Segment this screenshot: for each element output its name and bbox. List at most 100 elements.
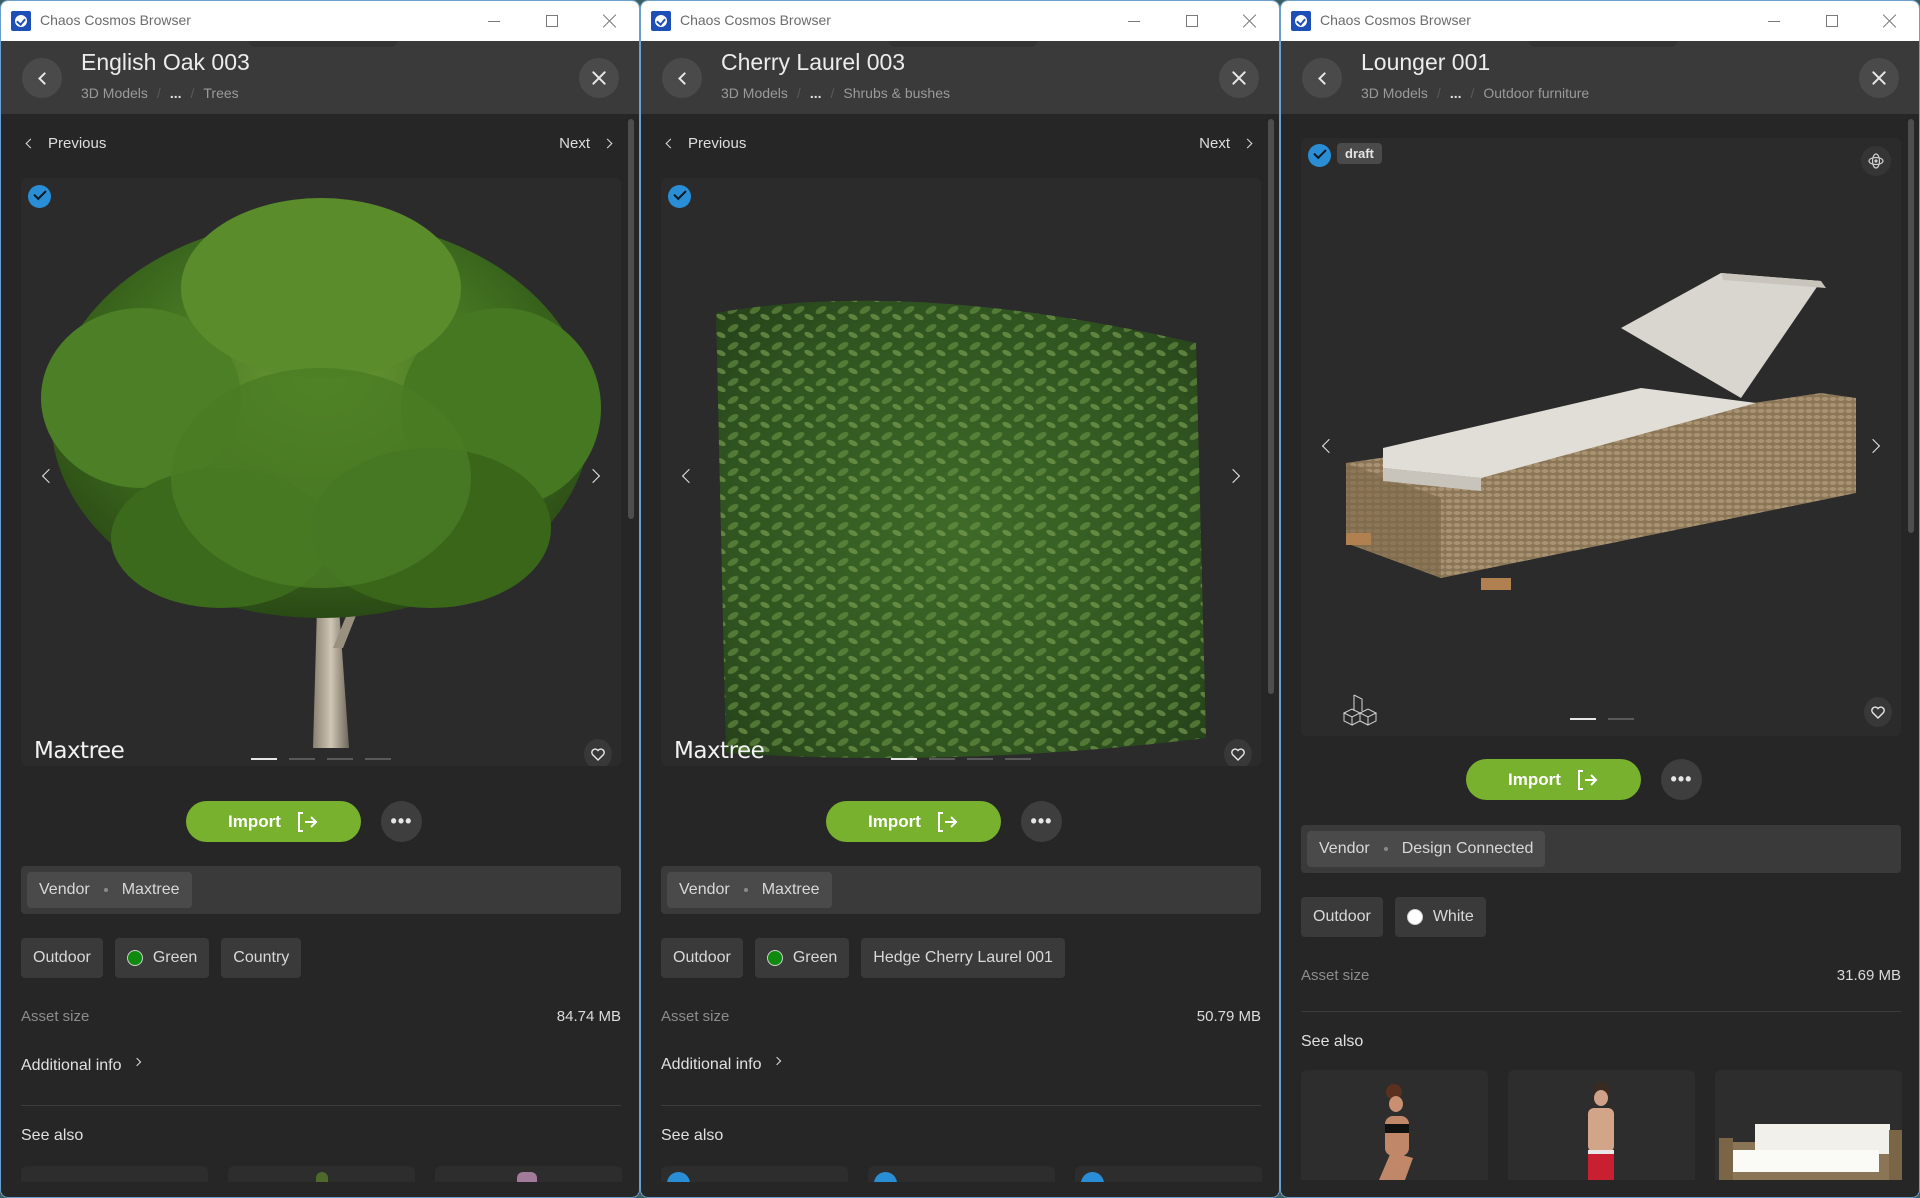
vendor-value: Maxtree (121, 881, 180, 898)
window-titlebar[interactable]: Chaos Cosmos Browser (641, 1, 1279, 41)
carousel-dot[interactable] (1005, 758, 1031, 760)
tag-chip[interactable]: Outdoor (661, 938, 743, 978)
see-also-item[interactable] (868, 1166, 1055, 1182)
check-circle-icon[interactable] (1308, 144, 1331, 167)
window-close-button[interactable] (1861, 1, 1919, 41)
carousel-dot[interactable] (327, 758, 353, 760)
thumbnail-image (517, 1172, 537, 1182)
breadcrumb-item[interactable]: 3D Models (81, 85, 148, 101)
maximize-button[interactable] (523, 1, 581, 41)
breadcrumb-item[interactable]: 3D Models (721, 85, 788, 101)
carousel-dot[interactable] (251, 758, 277, 760)
thumbnail-image (316, 1172, 328, 1182)
window-close-button[interactable] (1221, 1, 1279, 41)
image-next-button[interactable] (583, 461, 607, 491)
carousel-dot[interactable] (967, 758, 993, 760)
vendor-chip[interactable]: Vendor Maxtree (667, 872, 832, 908)
asset-title: Cherry Laurel 003 (721, 49, 906, 75)
carousel-dot[interactable] (289, 758, 315, 760)
scrollbar[interactable] (628, 119, 634, 519)
see-also-item[interactable] (21, 1166, 208, 1182)
import-button[interactable]: Import (186, 801, 361, 842)
close-details-button[interactable] (579, 58, 619, 98)
close-details-button[interactable] (1859, 58, 1899, 98)
orbit-view-button[interactable] (1861, 146, 1891, 176)
asset-size-row: Asset size 84.74 MB (21, 1008, 621, 1030)
carousel-dot[interactable] (1570, 718, 1596, 720)
see-also-item[interactable] (1508, 1070, 1695, 1180)
vendor-chip[interactable]: Vendor Design Connected (1307, 831, 1546, 867)
tag-chip[interactable]: Outdoor (21, 938, 103, 978)
image-previous-button[interactable] (1315, 431, 1339, 461)
tag-chip[interactable]: Green (754, 938, 850, 978)
tag-chip[interactable]: White (1394, 897, 1486, 937)
see-also-heading: See also (661, 1127, 724, 1144)
see-also-item[interactable] (435, 1166, 622, 1182)
check-circle-icon (1081, 1172, 1104, 1182)
image-next-button[interactable] (1863, 431, 1887, 461)
scrollbar[interactable] (1908, 119, 1914, 533)
maximize-button[interactable] (1163, 1, 1221, 41)
image-previous-button[interactable] (35, 461, 59, 491)
minimize-button[interactable] (1745, 1, 1803, 41)
hedge-preview-image (716, 300, 1206, 758)
tag-chip[interactable]: Green (114, 938, 210, 978)
import-button[interactable]: Import (1466, 759, 1641, 800)
tag-chip[interactable]: Outdoor (1301, 897, 1383, 937)
previous-button[interactable]: Previous (25, 135, 106, 152)
breadcrumb-item[interactable]: 3D Models (1361, 85, 1428, 101)
tag-chip[interactable]: Hedge Cherry Laurel 001 (861, 938, 1065, 978)
asset-size-value: 84.74 MB (556, 1008, 621, 1025)
favorite-button[interactable] (1864, 697, 1892, 727)
more-options-button[interactable]: ••• (381, 801, 422, 842)
image-next-button[interactable] (1223, 461, 1247, 491)
more-options-button[interactable]: ••• (1661, 759, 1702, 800)
check-circle-icon[interactable] (28, 185, 51, 208)
3d-cubes-icon[interactable] (1342, 693, 1384, 729)
breadcrumb-item[interactable]: Trees (203, 85, 238, 101)
see-also-item[interactable] (1301, 1070, 1488, 1180)
cosmos-window-cherry-laurel: Chaos Cosmos Browser Cherry Laurel 003 3… (640, 0, 1280, 1198)
maximize-button[interactable] (1803, 1, 1861, 41)
asset-preview: Maxtree (21, 178, 621, 766)
breadcrumb-ellipsis[interactable]: ... (810, 85, 822, 101)
breadcrumb-ellipsis[interactable]: ... (1450, 85, 1462, 101)
previous-button[interactable]: Previous (665, 135, 746, 152)
back-button[interactable] (22, 58, 62, 98)
carousel-dot[interactable] (365, 758, 391, 760)
back-button[interactable] (1302, 58, 1342, 98)
breadcrumb-item[interactable]: Shrubs & bushes (843, 85, 950, 101)
see-also-item[interactable] (228, 1166, 415, 1182)
scrollbar[interactable] (1268, 119, 1274, 694)
close-details-button[interactable] (1219, 58, 1259, 98)
see-also-item[interactable] (1075, 1166, 1262, 1182)
thumbnail-image (1588, 1082, 1614, 1180)
more-options-button[interactable]: ••• (1021, 801, 1062, 842)
favorite-button[interactable] (1224, 739, 1252, 766)
vendor-chip[interactable]: Vendor Maxtree (27, 872, 192, 908)
minimize-button[interactable] (465, 1, 523, 41)
additional-info-toggle[interactable]: Additional info (661, 1056, 781, 1074)
tag-chip[interactable]: Country (221, 938, 302, 978)
additional-info-toggle[interactable]: Additional info (21, 1057, 141, 1075)
window-titlebar[interactable]: Chaos Cosmos Browser (1281, 1, 1919, 41)
image-previous-button[interactable] (675, 461, 699, 491)
breadcrumb-item[interactable]: Outdoor furniture (1483, 85, 1589, 101)
window-close-button[interactable] (581, 1, 639, 41)
carousel-dot[interactable] (1608, 718, 1634, 720)
minimize-button[interactable] (1105, 1, 1163, 41)
carousel-dot[interactable] (891, 758, 917, 760)
import-button[interactable]: Import (826, 801, 1001, 842)
check-circle-icon[interactable] (668, 185, 691, 208)
see-also-item[interactable] (661, 1166, 848, 1182)
ellipsis-icon: ••• (1670, 769, 1693, 789)
see-also-item[interactable] (1715, 1070, 1902, 1180)
back-button[interactable] (662, 58, 702, 98)
breadcrumb-ellipsis[interactable]: ... (170, 85, 182, 101)
next-button[interactable]: Next (1199, 135, 1253, 152)
carousel-dot[interactable] (929, 758, 955, 760)
next-button[interactable]: Next (559, 135, 613, 152)
see-also-heading: See also (1301, 1033, 1364, 1050)
favorite-button[interactable] (584, 739, 612, 766)
window-titlebar[interactable]: Chaos Cosmos Browser (1, 1, 639, 41)
